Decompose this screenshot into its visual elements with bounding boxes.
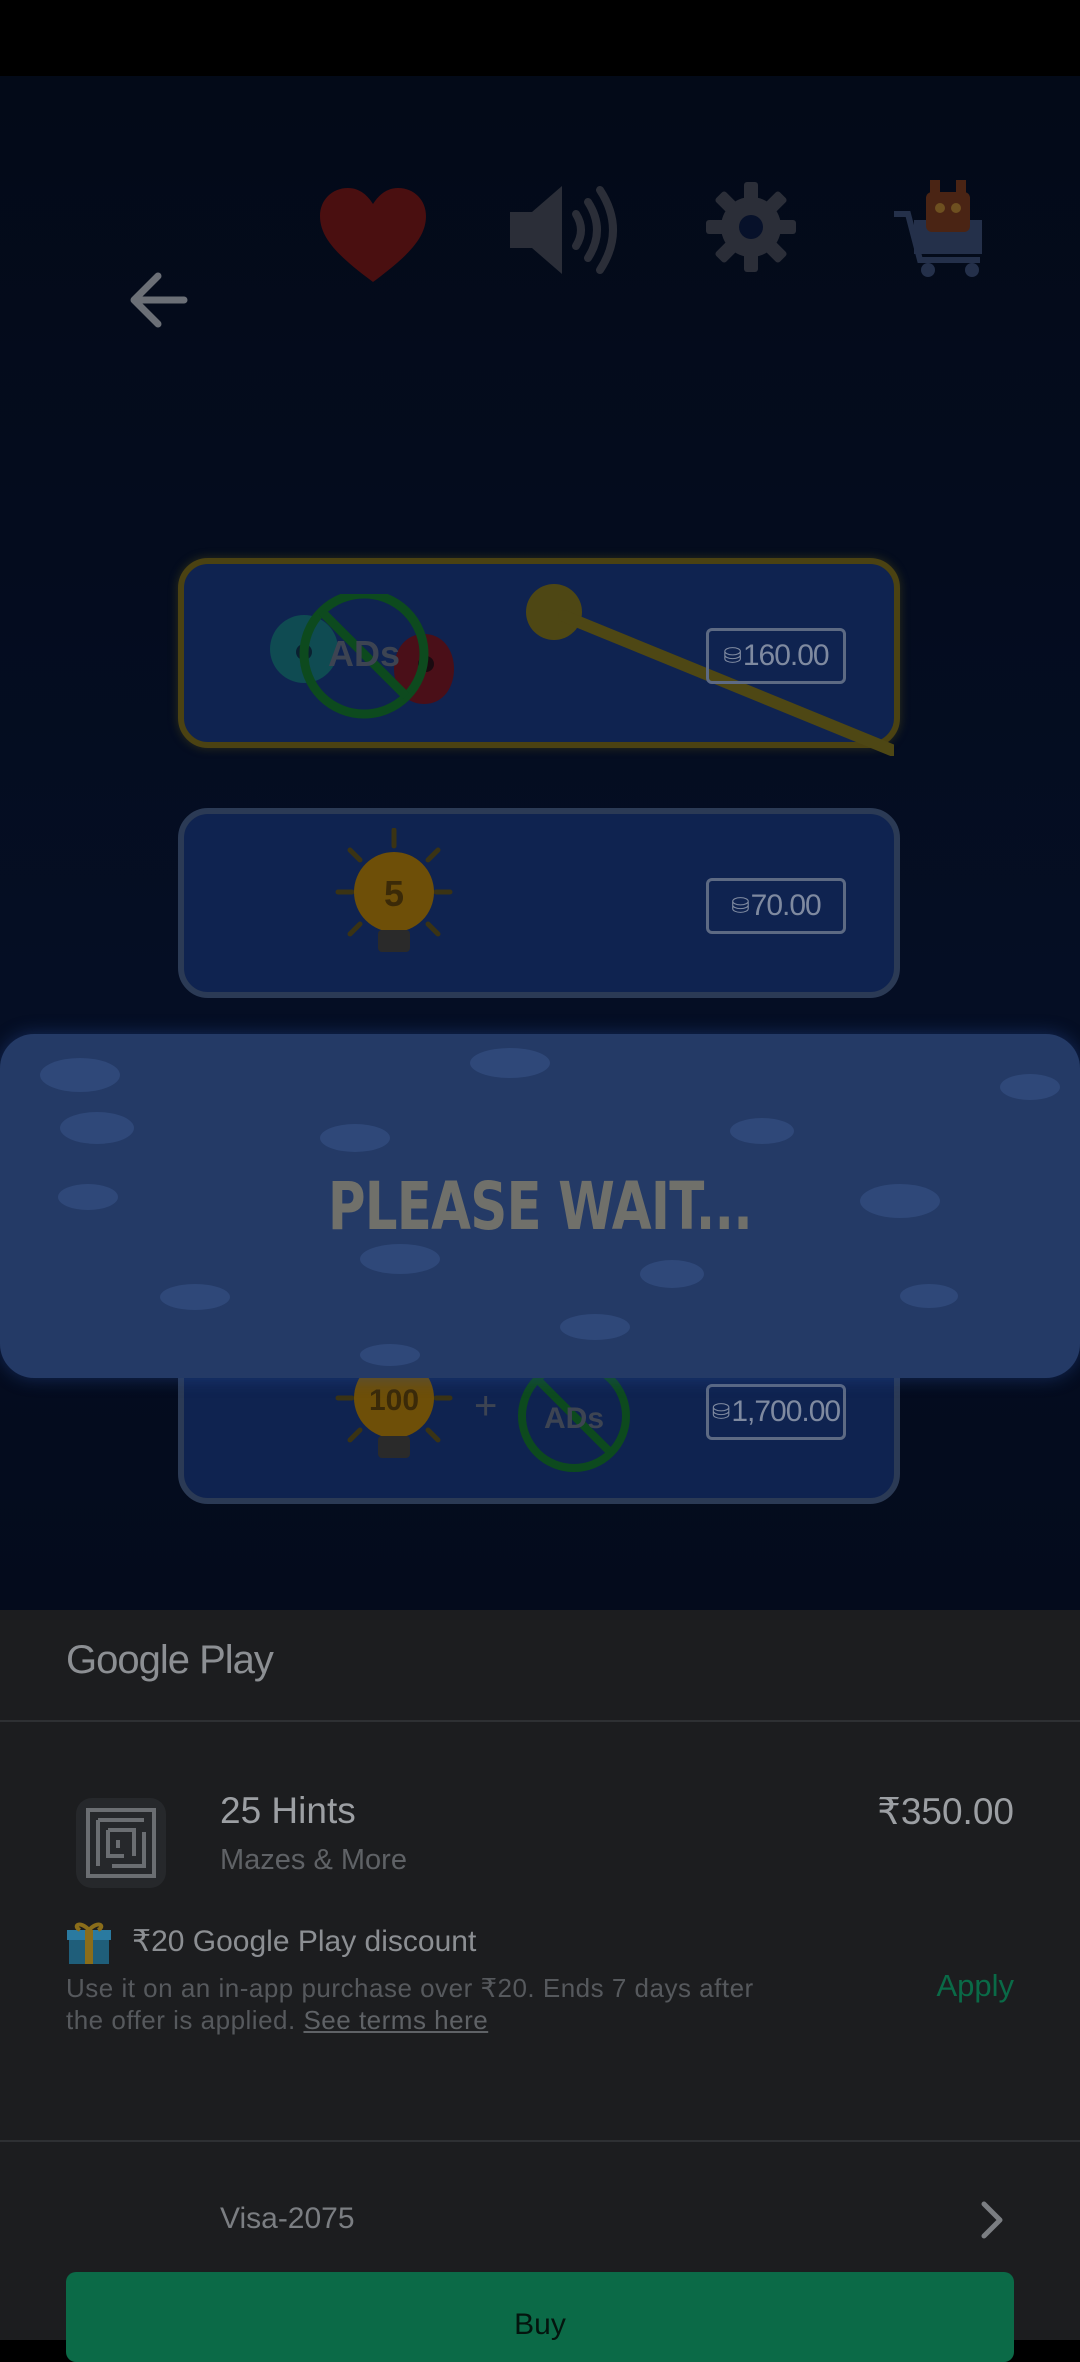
hint-count-text: 5 [384,873,404,914]
back-arrow-icon[interactable] [128,272,188,328]
discount-description: Use it on an in-app purchase over ₹20. E… [66,1972,786,2036]
payment-method-row[interactable]: Visa-2075 [0,2178,1080,2268]
app-icon [76,1798,166,1888]
discount-title: ₹20 Google Play discount [132,1925,477,1958]
gift-icon [67,1922,111,1964]
speaker-icon[interactable] [506,180,626,280]
item-title: 25 Hints [220,1790,356,1831]
item-price: ₹350.00 [877,1791,1014,1832]
price-text: 1,700.00 [731,1395,841,1428]
price-tag: ⛁ 1,700.00 [706,1384,846,1440]
divider [0,1720,1080,1722]
payment-method-label: Visa-2075 [220,2202,355,2235]
google-play-purchase-sheet: Google Play 25 Hints Mazes & More ₹350.0… [0,1610,1080,2362]
coin-icon: ⛁ [711,1399,730,1424]
price-text: 160.00 [742,639,830,672]
cart-icon[interactable] [888,172,998,282]
status-bar [0,0,1080,76]
hints-5-product[interactable]: 5 ⛁ 70.00 [178,808,900,998]
plus-sign: + [474,1384,498,1428]
lightbulb-icon: 5 [335,828,453,952]
price-text: 70.00 [750,889,822,922]
please-wait-text: PLEASE WAIT... [327,1167,753,1245]
game-screen: ADs ⛁ 160.00 5 ⛁ 70.00 100 + ADs ⛁ 1,700… [0,76,1080,1610]
ads-badge-text: ADs [544,1402,604,1435]
see-terms-link[interactable]: See terms here [303,2005,488,2035]
remove-ads-product[interactable]: ADs ⛁ 160.00 [178,558,900,756]
heart-icon[interactable] [318,186,428,286]
coin-icon: ⛁ [723,643,741,668]
item-subtitle: Mazes & More [220,1844,407,1876]
google-play-logo: Google Play [66,1638,274,1682]
price-tag: ⛁ 160.00 [706,628,846,684]
hint-count-text: 100 [369,1384,419,1417]
ads-badge-text: ADs [328,633,400,674]
chevron-right-icon [981,2201,1003,2239]
apply-button[interactable]: Apply [936,1968,1014,2004]
gear-icon[interactable] [704,180,798,274]
price-tag: ⛁ 70.00 [706,878,846,934]
buy-button[interactable]: Buy [66,2272,1014,2362]
ads-monsters-icon: ADs [270,594,454,719]
maze-icon [86,1808,156,1878]
divider [0,2140,1080,2142]
coin-icon: ⛁ [731,893,749,918]
please-wait-banner: PLEASE WAIT... [0,1034,1080,1378]
